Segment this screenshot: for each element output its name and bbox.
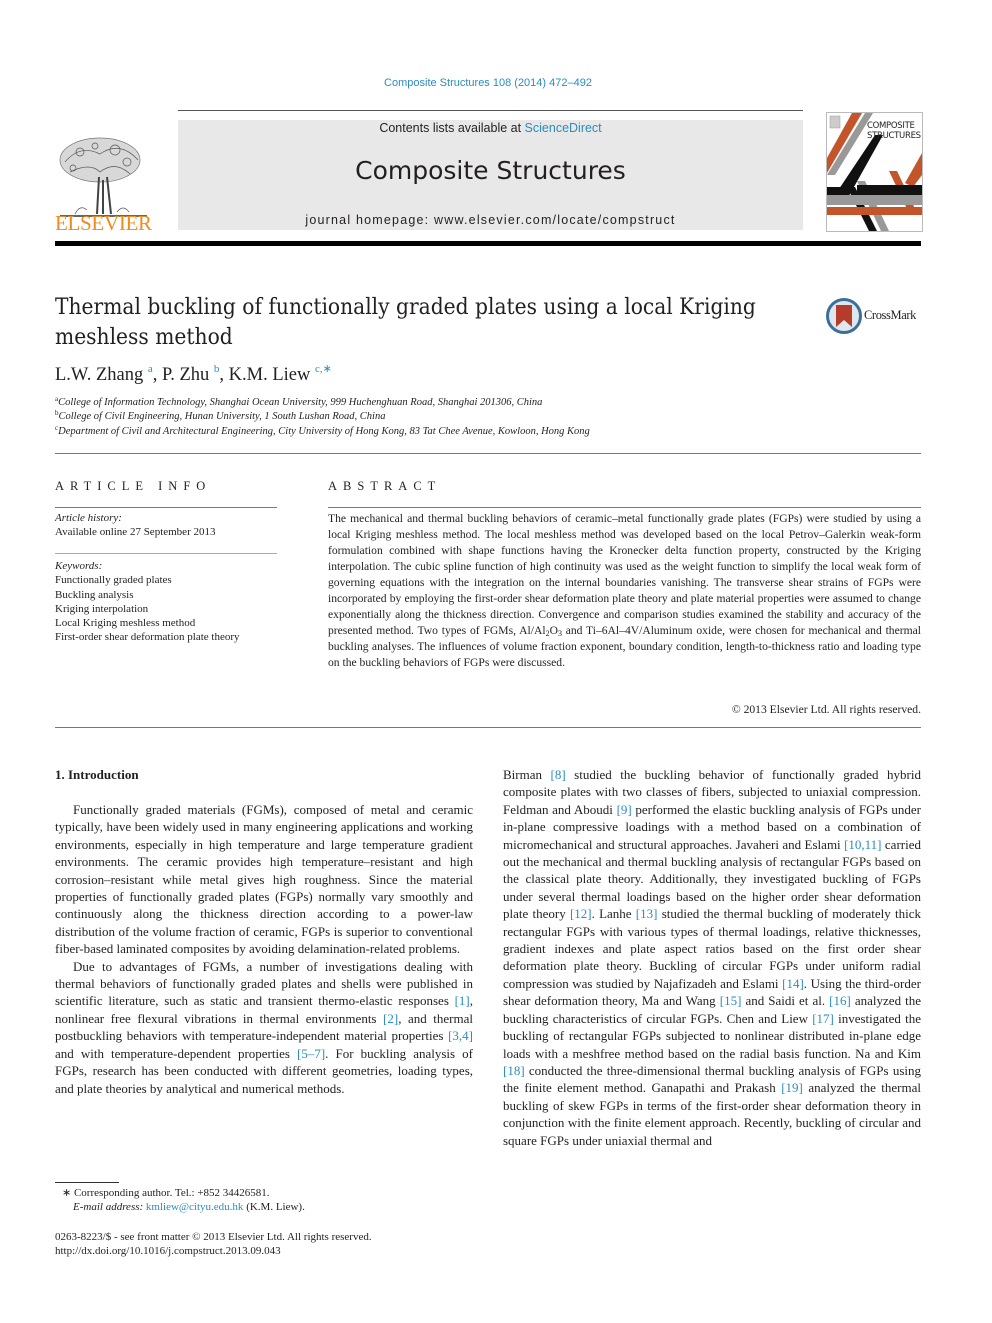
contents-prefix: Contents lists available at <box>379 121 525 135</box>
homepage-prefix: journal homepage: <box>305 213 435 227</box>
keyword: Functionally graded plates <box>55 574 172 587</box>
history-label: Article history: <box>55 512 122 524</box>
email-link[interactable]: kmliew@cityu.edu.hk <box>146 1201 244 1213</box>
affiliation: cDepartment of Civil and Architectural E… <box>55 424 590 437</box>
paragraph-text: Birman <box>503 767 551 782</box>
abstract-heading: ABSTRACT <box>328 479 442 493</box>
paragraph-text: . Lanhe <box>591 906 636 922</box>
citation-link[interactable]: [17] <box>812 1011 834 1026</box>
contents-availability: Contents lists available at ScienceDirec… <box>178 121 803 135</box>
corresponding-author-note: ∗ Corresponding author. Tel.: +852 34426… <box>62 1187 270 1199</box>
email-label: E-mail address: <box>73 1201 146 1213</box>
keyword: First-order shear deformation plate theo… <box>55 631 240 644</box>
intro-paragraph-1: Functionally graded materials (FGMs), co… <box>55 802 473 957</box>
citation-link[interactable]: [3,4] <box>448 1028 473 1043</box>
journal-cover-thumbnail: COMPOSITE STRUCTURES <box>826 112 923 232</box>
abstract-copyright: © 2013 Elsevier Ltd. All rights reserved… <box>731 703 921 716</box>
article-history: Article history: Available online 27 Sep… <box>55 511 277 540</box>
article-title: Thermal buckling of functionally graded … <box>55 294 756 350</box>
author-name[interactable]: L.W. Zhang <box>55 365 143 385</box>
intro-column-left: Functionally graded materials (FGMs), co… <box>55 801 473 1097</box>
keywords-label: Keywords: <box>55 560 103 572</box>
doi-link[interactable]: http://dx.doi.org/10.1016/j.compstruct.2… <box>55 1244 281 1259</box>
citation-link[interactable]: [16] <box>829 993 851 1008</box>
sciencedirect-link[interactable]: ScienceDirect <box>525 121 602 135</box>
citation-link[interactable]: [1] <box>455 993 470 1008</box>
intro-column-right: Birman [8] studied the buckling behavior… <box>503 766 921 1149</box>
affiliation: aCollege of Information Technology, Shan… <box>55 395 542 408</box>
crossmark-label[interactable]: CrossMark <box>864 308 916 323</box>
article-info-divider <box>55 507 277 508</box>
article-info-heading: ARTICLE INFO <box>55 479 212 493</box>
affiliation-text: College of Information Technology, Shang… <box>58 397 543 408</box>
keyword: Local Kriging meshless method <box>55 617 196 630</box>
abstract-text: O <box>549 624 558 637</box>
author-name[interactable]: K.M. Liew <box>229 365 311 385</box>
abstract-body: The mechanical and thermal buckling beha… <box>328 511 921 671</box>
keywords-block: Keywords: Functionally graded plates Buc… <box>55 559 295 645</box>
history-value: Available online 27 September 2013 <box>55 526 216 539</box>
journal-reference-link[interactable]: Composite Structures 108 (2014) 472–492 <box>0 77 976 89</box>
header-rule <box>178 110 803 111</box>
journal-homepage: journal homepage: www.elsevier.com/locat… <box>178 213 803 227</box>
citation-link[interactable]: [18] <box>503 1063 525 1078</box>
keywords-divider <box>55 553 277 554</box>
citation-link[interactable]: [15] <box>720 993 742 1008</box>
intro-paragraph-continued: Birman [8] studied the buckling behavior… <box>503 766 921 1149</box>
author-affil-marker[interactable]: c,∗ <box>315 363 332 375</box>
citation-link[interactable]: [8] <box>551 767 566 782</box>
title-divider <box>55 453 921 454</box>
crossmark-icon[interactable] <box>826 298 862 334</box>
issn-line: 0263-8223/$ - see front matter © 2013 El… <box>55 1231 372 1243</box>
journal-name: Composite Structures <box>355 156 626 185</box>
citation-link[interactable]: [14] <box>782 976 804 991</box>
author-list: L.W. Zhang a, P. Zhu b, K.M. Liew c,∗ <box>55 363 332 385</box>
abstract-divider <box>328 507 921 508</box>
paragraph-text: and with temperature-dependent propertie… <box>55 1045 297 1061</box>
paragraph-text: and Saidi et al. <box>741 993 830 1009</box>
homepage-url-link[interactable]: www.elsevier.com/locate/compstruct <box>434 213 676 227</box>
keyword: Buckling analysis <box>55 588 134 601</box>
section-heading-introduction: 1. Introduction <box>55 767 139 782</box>
citation-link[interactable]: [5–7] <box>297 1046 325 1061</box>
email-note: E-mail address: kmliew@cityu.edu.hk (K.M… <box>73 1200 305 1215</box>
citation-link[interactable]: [19] <box>781 1080 803 1095</box>
affiliation: bCollege of Civil Engineering, Hunan Uni… <box>55 409 385 422</box>
citation-link[interactable]: [13] <box>636 906 658 921</box>
citation-link[interactable]: [2] <box>383 1011 398 1026</box>
cover-title-line-2: STRUCTURES <box>867 131 921 141</box>
author-name[interactable]: P. Zhu <box>162 365 209 385</box>
citation-link[interactable]: [10,11] <box>844 837 881 852</box>
affiliation-text: College of Civil Engineering, Hunan Univ… <box>58 411 386 422</box>
cover-title-line-1: COMPOSITE <box>867 121 915 131</box>
footnote-rule <box>55 1182 119 1183</box>
affiliation-text: Department of Civil and Architectural En… <box>58 426 590 437</box>
author-affil-marker[interactable]: b <box>214 363 220 375</box>
header-thick-rule <box>55 241 921 246</box>
citation-link[interactable]: [12] <box>570 906 592 921</box>
email-suffix: (K.M. Liew). <box>243 1201 305 1213</box>
paragraph-text: Due to advantages of FGMs, a number of i… <box>55 958 473 1009</box>
citation-link[interactable]: [9] <box>617 802 632 817</box>
abstract-text: The mechanical and thermal buckling beha… <box>328 512 921 637</box>
elsevier-wordmark: ELSEVIER <box>55 211 152 235</box>
intro-paragraph-2: Due to advantages of FGMs, a number of i… <box>55 958 473 1097</box>
abstract-bottom-divider <box>55 727 921 728</box>
keyword: Kriging interpolation <box>55 602 149 615</box>
author-affil-marker[interactable]: a <box>148 363 153 375</box>
